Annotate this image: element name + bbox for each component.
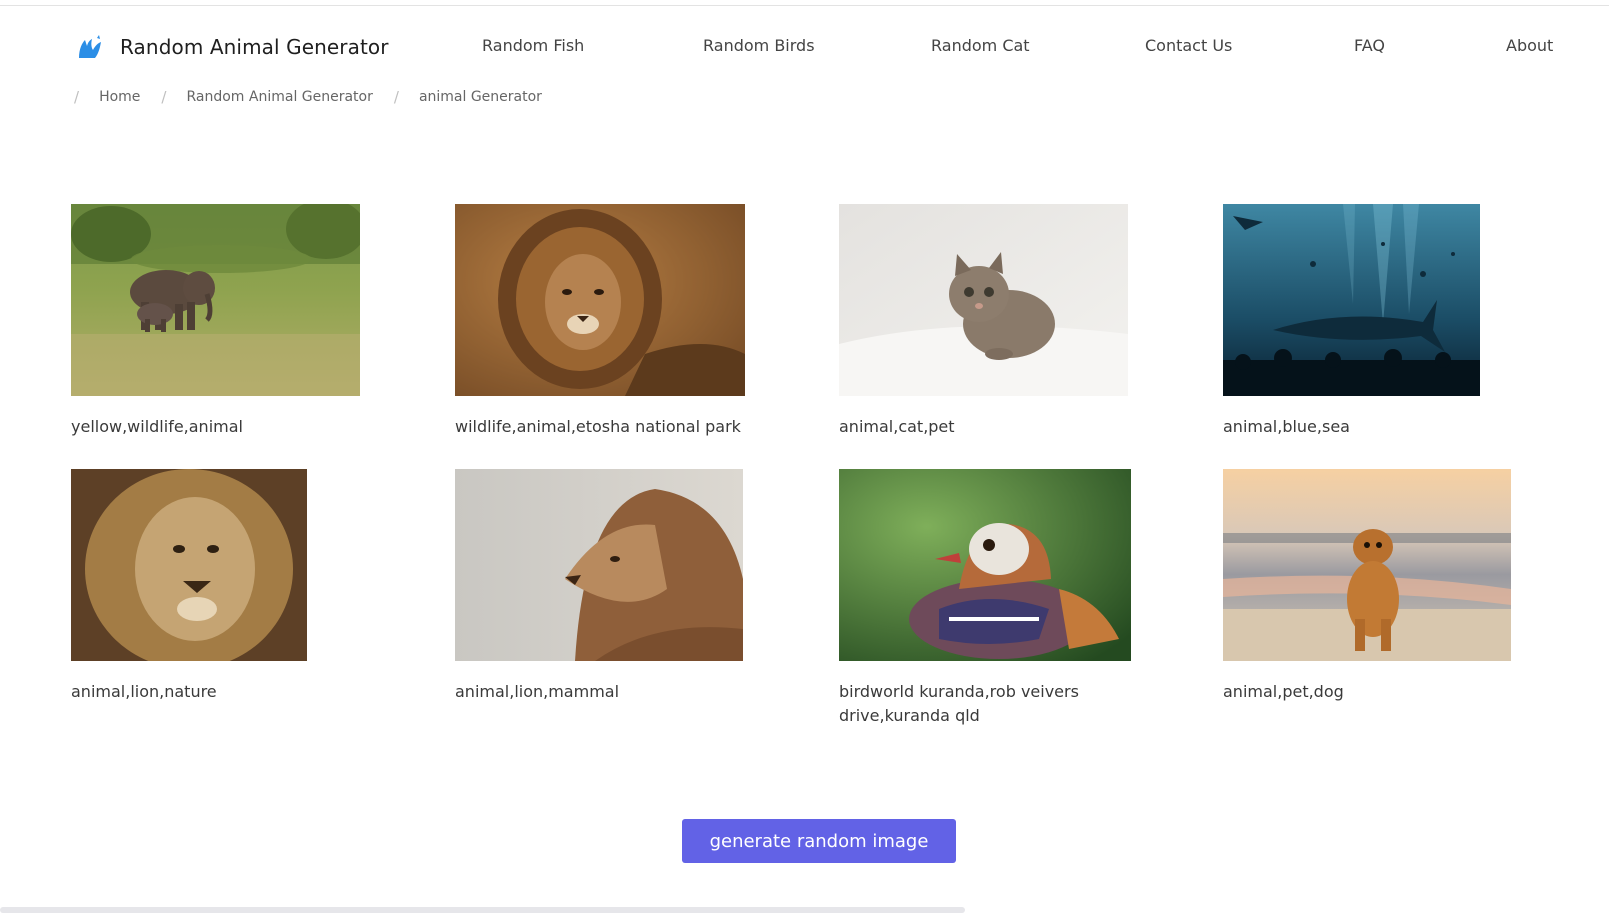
gallery-card: animal,pet,dog [1223,469,1563,704]
gallery-card: birdworld kuranda,rob veivers drive,kura… [839,469,1179,728]
nav-random-cat[interactable]: Random Cat [931,36,1030,55]
horizontal-scrollbar[interactable] [0,907,1609,914]
scrollbar-thumb[interactable] [0,907,965,913]
nav-random-fish[interactable]: Random Fish [482,36,584,55]
image-caption: birdworld kuranda,rob veivers drive,kura… [839,682,1079,725]
kitten-photo[interactable] [839,204,1128,396]
breadcrumb-separator: / [74,88,80,106]
image-caption: wildlife,animal,etosha national park [455,417,741,436]
gallery-card: yellow,wildlife,animal [71,204,411,439]
gallery-card: animal,blue,sea [1223,204,1563,439]
nav-about[interactable]: About [1506,36,1553,55]
aquarium-whale-shark-photo[interactable] [1223,204,1480,396]
breadcrumb-separator: / [393,88,399,106]
gallery-card: wildlife,animal,etosha national park [455,204,795,439]
nav-contact-us[interactable]: Contact Us [1145,36,1232,55]
generate-random-image-button[interactable]: generate random image [682,819,956,863]
main-nav: Random Fish Random Birds Random Cat Cont… [0,36,1609,60]
nav-faq[interactable]: FAQ [1354,36,1385,55]
gallery-card: animal,lion,mammal [455,469,795,704]
breadcrumb-random-animal-generator[interactable]: Random Animal Generator [186,89,372,105]
breadcrumb-current: animal Generator [418,89,542,105]
image-caption: animal,cat,pet [839,417,955,436]
gallery-card: animal,cat,pet [839,204,1179,439]
image-caption: yellow,wildlife,animal [71,417,243,436]
lion-portrait-photo[interactable] [71,469,307,661]
breadcrumb-home[interactable]: Home [99,89,140,105]
mandarin-duck-photo[interactable] [839,469,1131,661]
site-header: Random Animal Generator Random Fish Rand… [0,6,1609,86]
image-caption: animal,lion,mammal [455,682,620,701]
gallery-card: animal,lion,nature [71,469,411,704]
image-caption: animal,lion,nature [71,682,217,701]
image-caption: animal,blue,sea [1223,417,1350,436]
lion-profile-photo[interactable] [455,469,743,661]
golden-retriever-beach-photo[interactable] [1223,469,1511,661]
breadcrumb-separator: / [161,88,167,106]
image-gallery: yellow,wildlife,animal wildlife,animal,e… [0,0,1609,914]
nav-random-birds[interactable]: Random Birds [703,36,815,55]
image-caption: animal,pet,dog [1223,682,1344,701]
elephant-photo[interactable] [71,204,360,396]
breadcrumb: / Home / Random Animal Generator / anima… [74,86,563,108]
lion-photo[interactable] [455,204,745,396]
